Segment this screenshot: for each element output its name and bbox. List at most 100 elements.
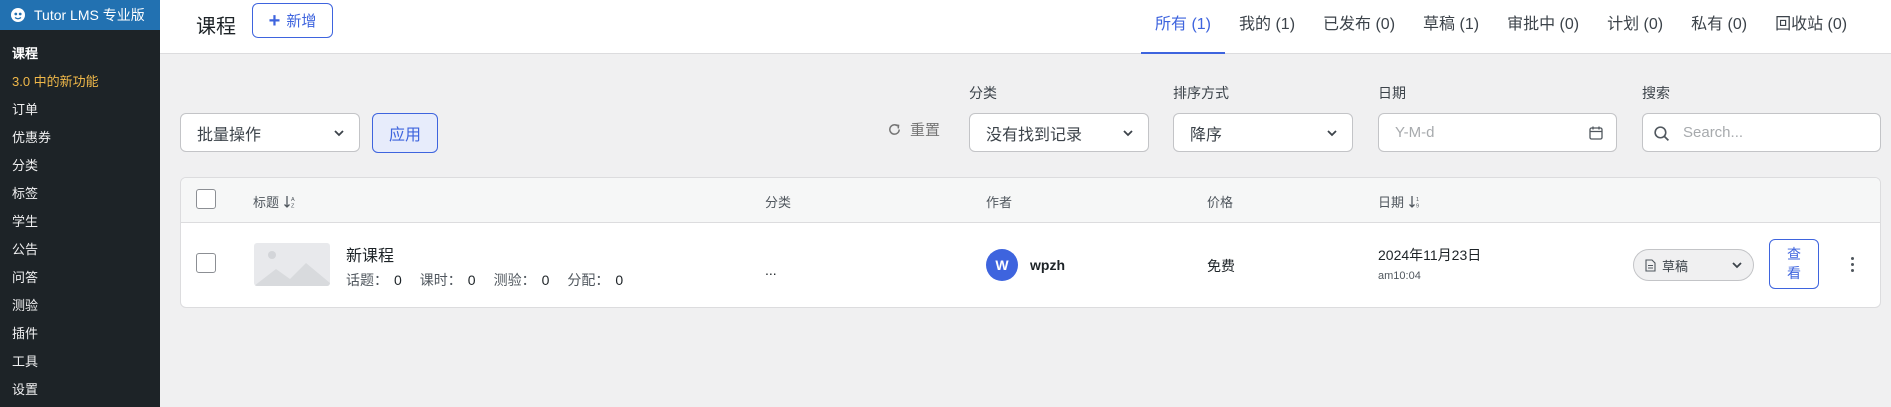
plus-icon: + [268,9,281,32]
tab-mine[interactable]: 我的 (1) [1225,0,1309,54]
course-category: ... [765,262,777,278]
chevron-down-icon [334,130,344,137]
assignments-value: 0 [615,272,624,288]
more-options-icon[interactable] [1845,249,1859,279]
sort-icon: AZ [284,195,295,209]
lessons-label: 课时： [419,272,462,288]
date-input-box [1378,113,1617,152]
reset-label: 重置 [910,122,941,139]
course-title-link[interactable]: 新课程 [346,242,394,266]
topics-value: 0 [394,272,402,288]
date-input[interactable] [1395,114,1575,151]
sidebar-item-coupons[interactable]: 优惠券 [0,124,160,152]
category-filter-label: 分类 [969,85,997,101]
page-header: 课程 + 新增 所有 (1) 我的 (1) 已发布 (0) 草稿 (1) 审批中… [160,0,1891,54]
lessons-value: 0 [467,272,476,288]
search-filter-label: 搜索 [1642,85,1670,101]
chevron-down-icon [1732,262,1742,269]
date-filter-label: 日期 [1378,85,1406,101]
image-placeholder-icon [254,251,330,286]
course-price: 免费 [1207,258,1235,274]
svg-text:1: 1 [1416,197,1419,203]
tab-draft[interactable]: 草稿 (1) [1409,0,1493,54]
sidebar-item-tools[interactable]: 工具 [0,348,160,376]
column-date-label: 日期 [1378,195,1405,210]
course-table: 标题 AZ 分类 作者 价格 日期 19 新课程 话题： 0 课时： 0 测验： 0 … [180,177,1881,308]
chevron-down-icon [1123,130,1133,137]
category-select-value: 没有找到记录 [986,126,1083,144]
column-price: 价格 [1207,195,1234,210]
page-title: 课程 [196,16,236,38]
svg-text:A: A [291,197,295,203]
tab-pending[interactable]: 审批中 (0) [1493,0,1593,54]
add-course-label: 新增 [286,13,317,30]
course-meta: 话题： 0 课时： 0 测验： 0 分配： 0 [346,270,641,290]
sidebar-item-settings[interactable]: 设置 [0,376,160,404]
sidebar-item-categories[interactable]: 分类 [0,152,160,180]
topics-label: 话题： [346,272,388,288]
tutor-logo-icon [11,8,25,22]
table-header: 标题 AZ 分类 作者 价格 日期 19 [181,178,1880,223]
status-select[interactable]: 草稿 [1633,249,1754,281]
course-time: am10:04 [1378,270,1421,282]
column-category: 分类 [765,195,792,210]
search-icon [1654,126,1670,142]
course-date: 2024年11月23日 [1378,247,1482,263]
sidebar-item-announcements[interactable]: 公告 [0,236,160,264]
svg-text:9: 9 [1416,203,1419,209]
assignments-label: 分配： [567,272,610,288]
column-date[interactable]: 日期 19 [1378,192,1422,211]
sort-icon: 19 [1409,195,1419,209]
sidebar-brand[interactable]: Tutor LMS 专业版 [0,0,168,30]
calendar-icon[interactable] [1588,125,1604,141]
row-checkbox[interactable] [196,253,216,273]
sidebar-item-whats-new[interactable]: 3.0 中的新功能 [0,68,160,96]
sidebar-brand-label: Tutor LMS 专业版 [34,7,145,23]
column-title-label: 标题 [253,195,280,210]
category-select[interactable]: 没有找到记录 [969,113,1149,152]
status-tabs: 所有 (1) 我的 (1) 已发布 (0) 草稿 (1) 审批中 (0) 计划 … [1141,0,1861,54]
svg-text:Z: Z [291,203,295,209]
author-name: wpzh [1030,257,1065,273]
sidebar-item-quizzes[interactable]: 测验 [0,292,160,320]
search-box [1642,113,1881,152]
sidebar-item-orders[interactable]: 订单 [0,96,160,124]
reset-filters-button[interactable]: 重置 [887,119,940,140]
course-thumbnail[interactable] [254,243,330,286]
sort-select[interactable]: 降序 [1173,113,1353,152]
column-author: 作者 [986,195,1013,210]
quizzes-count: 测验： 0 [494,270,550,290]
chevron-down-icon [1327,130,1337,137]
sidebar-item-tags[interactable]: 标签 [0,180,160,208]
document-icon [1645,258,1656,272]
tab-scheduled[interactable]: 计划 (0) [1593,0,1677,54]
sidebar-item-students[interactable]: 学生 [0,208,160,236]
tab-private[interactable]: 私有 (0) [1677,0,1761,54]
lessons-count: 课时： 0 [420,270,476,290]
status-value: 草稿 [1662,258,1689,274]
sidebar-item-courses[interactable]: 课程 [0,40,160,68]
select-all-checkbox[interactable] [196,189,216,209]
tab-all[interactable]: 所有 (1) [1141,0,1226,54]
search-input[interactable] [1683,114,1873,151]
quizzes-value: 0 [541,272,550,288]
refresh-icon [889,124,900,135]
avatar: W [986,249,1018,281]
assignments-count: 分配： 0 [567,270,623,290]
sort-select-value: 降序 [1190,126,1223,144]
admin-sidebar: Tutor LMS 专业版 课程 3.0 中的新功能 订单 优惠券 分类 标签 … [0,0,168,407]
column-title[interactable]: 标题 AZ [253,192,297,211]
bulk-action-value: 批量操作 [197,126,262,144]
apply-button[interactable]: 应用 [372,113,438,153]
quizzes-label: 测验： [493,272,536,288]
tab-published[interactable]: 已发布 (0) [1309,0,1409,54]
add-course-button[interactable]: + 新增 [252,3,333,38]
sidebar-item-qa[interactable]: 问答 [0,264,160,292]
sidebar-item-addons[interactable]: 插件 [0,320,160,348]
view-course-button[interactable]: 查看 [1769,239,1819,289]
tab-trash[interactable]: 回收站 (0) [1761,0,1861,54]
sort-filter-label: 排序方式 [1173,85,1229,101]
bulk-action-select[interactable]: 批量操作 [180,113,360,152]
topics-count: 话题： 0 [346,270,402,290]
sidebar-menu: 课程 3.0 中的新功能 订单 优惠券 分类 标签 学生 公告 问答 测验 插件… [0,30,160,404]
